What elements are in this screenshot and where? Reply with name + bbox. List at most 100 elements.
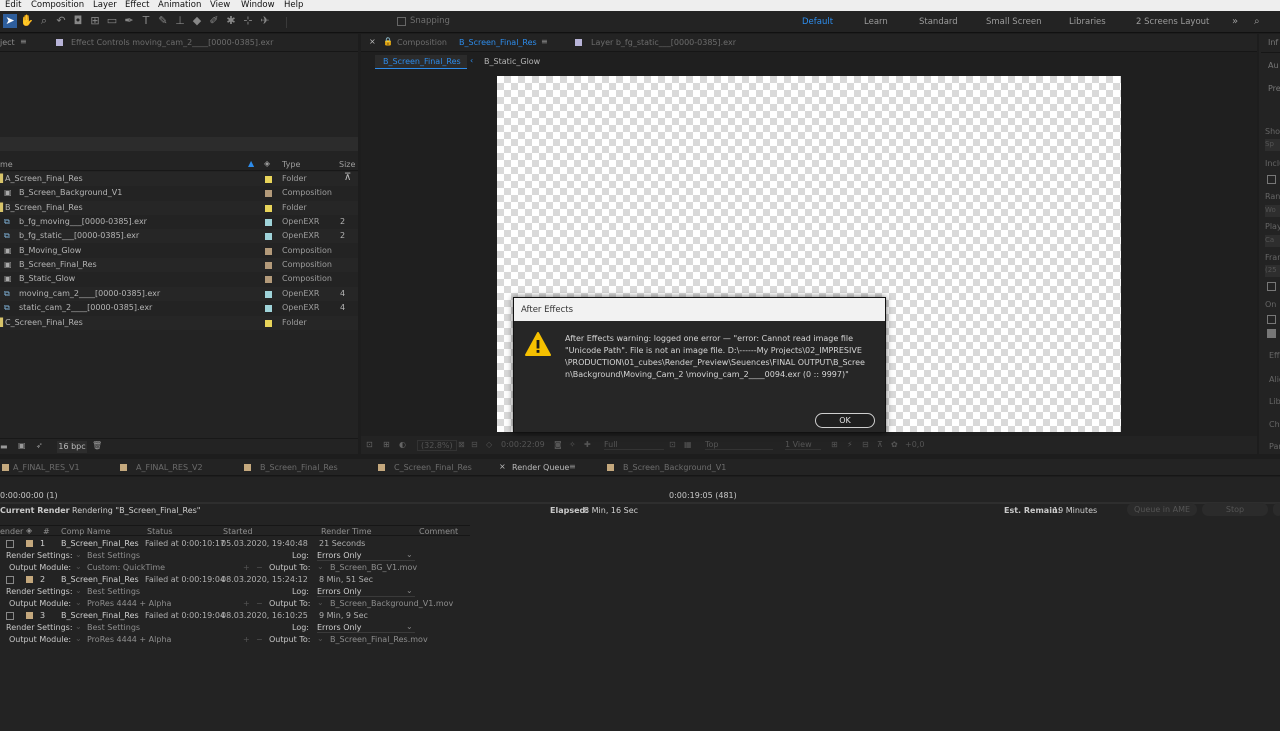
always-preview-icon[interactable]: ⊡ — [366, 440, 373, 449]
flowchart-view-icon[interactable]: ⊼ — [877, 440, 883, 449]
output-to-value[interactable]: B_Screen_Final_Res.mov — [330, 635, 428, 644]
workspace-small-screen[interactable]: Small Screen — [986, 11, 1042, 33]
menu-effect[interactable]: Effect — [125, 0, 149, 11]
tab-effect-controls[interactable]: Effect Controls moving_cam_2____[0000-03… — [71, 38, 273, 47]
item-comp-name[interactable]: B_Screen_Final_Res — [61, 539, 139, 548]
output-to-chevron-icon[interactable]: ⌄ — [317, 634, 324, 643]
render-settings-chevron-icon[interactable]: ⌄ — [75, 550, 82, 559]
render-icon[interactable]: ➶ — [36, 441, 43, 450]
timecode[interactable]: 0:00:22:09 — [501, 440, 545, 449]
menu-animation[interactable]: Animation — [158, 0, 201, 11]
region-icon[interactable]: ⊞ — [383, 440, 390, 449]
log-chevron-icon[interactable]: ⌄ — [406, 550, 413, 559]
right-checkbox-3[interactable] — [1267, 315, 1276, 324]
project-item[interactable]: ▣ B_Static_Glow Composition — [0, 272, 358, 286]
breadcrumb-next[interactable]: B_Static_Glow — [484, 57, 540, 66]
header-comment[interactable]: Comment — [419, 527, 458, 536]
log-chevron-icon[interactable]: ⌄ — [406, 622, 413, 631]
right-tab-preview[interactable]: Pre — [1268, 84, 1280, 93]
project-item[interactable]: ▣ B_Screen_Final_Res Composition — [0, 258, 358, 273]
output-to-value[interactable]: B_Screen_Background_V1.mov — [330, 599, 453, 608]
tab-c-screen-final-res[interactable]: C_Screen_Final_Res — [394, 463, 472, 472]
label-color-swatch[interactable] — [265, 219, 272, 227]
render-settings-value[interactable]: Best Settings — [87, 623, 140, 632]
workspace-learn[interactable]: Learn — [864, 11, 888, 33]
column-name[interactable]: me — [0, 160, 13, 169]
zoom-tool-icon[interactable]: ⌕ — [37, 14, 51, 28]
item-label-swatch[interactable] — [26, 540, 33, 547]
exposure-value[interactable]: +0,0 — [905, 440, 924, 449]
label-color-swatch[interactable] — [265, 305, 272, 313]
queue-in-ame-button[interactable]: Queue in AME — [1127, 503, 1197, 516]
render-settings-chevron-icon[interactable]: ⌄ — [75, 586, 82, 595]
rectangle-tool-icon[interactable]: ▭ — [105, 14, 119, 28]
right-tab-audio[interactable]: Au — [1268, 61, 1279, 70]
item-label-swatch[interactable] — [26, 576, 33, 583]
reset-exposure-icon[interactable]: ✿ — [891, 440, 898, 449]
remove-output-icon[interactable]: − — [256, 635, 263, 644]
label-color-swatch[interactable] — [265, 262, 272, 270]
menu-view[interactable]: View — [210, 0, 230, 11]
close-render-queue-icon[interactable]: × — [499, 462, 506, 471]
tab-menu-icon[interactable]: ≡ — [569, 462, 576, 471]
header-render[interactable]: ender — [0, 527, 23, 536]
tab-a-final-res-v1[interactable]: A_FINAL_RES_V1 — [13, 463, 80, 472]
ok-button[interactable]: OK — [815, 413, 875, 428]
clone-stamp-tool-icon[interactable]: ⊥ — [173, 14, 187, 28]
render-settings-value[interactable]: Best Settings — [87, 587, 140, 596]
transparency-grid-icon[interactable]: ▦ — [684, 440, 692, 449]
log-dropdown[interactable]: Errors Only — [317, 551, 415, 561]
label-color-swatch[interactable] — [265, 176, 272, 183]
views-dropdown[interactable]: 1 View — [785, 440, 821, 450]
guides-icon[interactable]: ◐ — [399, 440, 406, 449]
trash-icon[interactable]: 🗑 — [92, 441, 102, 450]
new-folder-icon[interactable]: ▬ — [0, 442, 8, 451]
column-type[interactable]: Type — [282, 160, 300, 169]
right-tab-info[interactable]: Inf — [1268, 38, 1278, 47]
show-snapshot-icon[interactable]: ✧ — [569, 440, 576, 449]
output-to-chevron-icon[interactable]: ⌄ — [317, 562, 324, 571]
project-search-bar[interactable] — [0, 137, 358, 151]
project-item[interactable]: ⧉ static_cam_2____[0000-0385].exr OpenEXR 4 — [0, 301, 358, 315]
tab-menu-icon[interactable]: ≡ — [20, 37, 27, 46]
right-range-dropdown[interactable]: Wo — [1265, 205, 1280, 217]
project-item[interactable]: ⧉ moving_cam_2____[0000-0385].exr OpenEXR 4 — [0, 286, 358, 301]
grid-icon[interactable]: ⊟ — [471, 440, 478, 449]
new-composition-icon[interactable]: ▣ — [18, 441, 26, 450]
menu-help[interactable]: Help — [284, 0, 303, 11]
render-settings-chevron-icon[interactable]: ⌄ — [75, 622, 82, 631]
output-to-chevron-icon[interactable]: ⌄ — [317, 598, 324, 607]
type-tool-icon[interactable]: T — [139, 14, 153, 28]
render-checkbox[interactable] — [6, 540, 14, 548]
timeline-icon[interactable]: ⊟ — [862, 440, 869, 449]
label-color-swatch[interactable] — [265, 190, 272, 198]
workspace-default[interactable]: Default — [802, 11, 833, 33]
axis-tool-icon[interactable]: ⊹ — [241, 14, 255, 28]
header-label-icon[interactable]: ◈ — [26, 526, 32, 535]
selection-tool-icon[interactable]: ➤ — [3, 14, 17, 28]
label-color-swatch[interactable] — [265, 276, 272, 284]
search-help-icon[interactable]: ⌕ — [1254, 11, 1260, 33]
label-color-swatch[interactable] — [265, 319, 272, 327]
output-module-value[interactable]: Custom: QuickTime — [87, 563, 165, 572]
header-number[interactable]: # — [43, 527, 50, 536]
tab-a-final-res-v2[interactable]: A_FINAL_RES_V2 — [136, 463, 203, 472]
channel-icon[interactable]: ✚ — [584, 440, 591, 449]
flowchart-icon[interactable]: ⊼ — [344, 172, 351, 183]
snapshot-icon[interactable]: ◙ — [554, 440, 562, 449]
toggle-pixel-icon[interactable]: ⊞ — [831, 440, 838, 449]
workspace-2-screens-layout[interactable]: 2 Screens Layout — [1136, 11, 1209, 33]
view-dropdown[interactable]: Top — [705, 440, 773, 450]
project-item[interactable]: ▌ B_Screen_Final_Res Folder — [0, 200, 358, 215]
output-to-value[interactable]: B_Screen_BG_V1.mov — [330, 563, 417, 572]
tab-menu-icon[interactable]: ≡ — [541, 37, 548, 46]
right-checkbox-1[interactable] — [1267, 175, 1276, 184]
tab-project[interactable]: ject — [0, 38, 15, 47]
render-settings-value[interactable]: Best Settings — [87, 551, 140, 560]
eraser-tool-icon[interactable]: ◆ — [190, 14, 204, 28]
right-tab-libraries[interactable]: Libr — [1269, 397, 1280, 406]
item-label-swatch[interactable] — [26, 612, 33, 619]
header-comp-name[interactable]: Comp Name — [61, 527, 111, 536]
right-tab-effects[interactable]: Eff — [1269, 351, 1280, 360]
output-module-chevron-icon[interactable]: ⌄ — [75, 634, 82, 643]
